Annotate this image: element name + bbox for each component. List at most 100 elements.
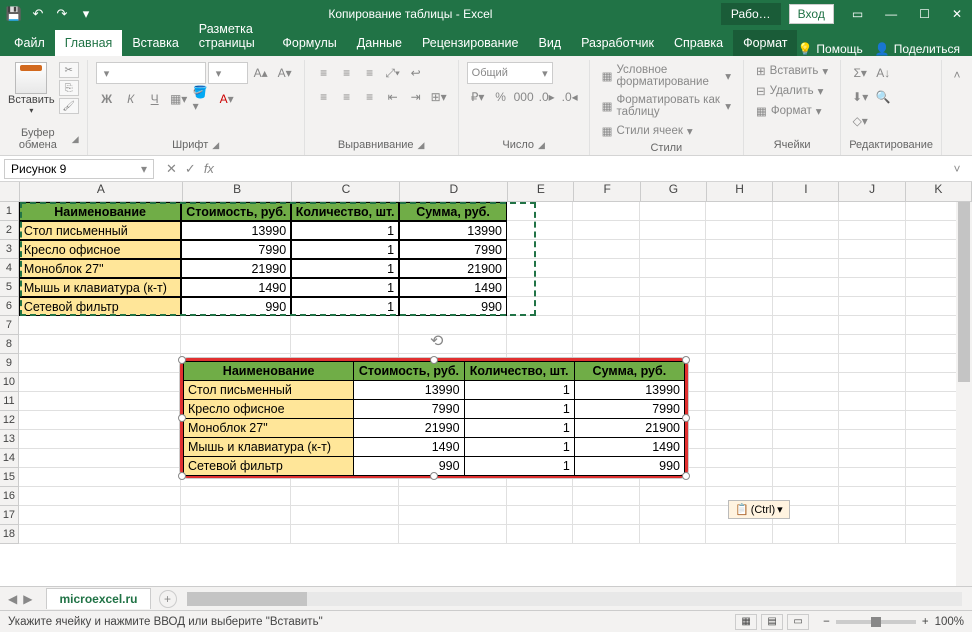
- column-header[interactable]: E: [508, 182, 574, 201]
- cell[interactable]: [706, 297, 772, 316]
- cell[interactable]: [839, 430, 905, 449]
- cell[interactable]: [640, 221, 706, 240]
- cell[interactable]: [773, 468, 839, 487]
- underline-button[interactable]: Ч: [144, 88, 166, 110]
- cell[interactable]: [773, 221, 839, 240]
- cell[interactable]: 1: [291, 297, 399, 316]
- indent-decrease-icon[interactable]: ⇤: [382, 86, 404, 108]
- cell[interactable]: [573, 221, 639, 240]
- cell[interactable]: [773, 430, 839, 449]
- sheet-tab[interactable]: microexcel.ru: [46, 588, 150, 609]
- borders-button[interactable]: ▦▾: [168, 88, 190, 110]
- tab-help[interactable]: Справка: [664, 30, 733, 56]
- pasted-picture[interactable]: НаименованиеСтоимость, руб.Количество, ш…: [180, 358, 688, 478]
- cell[interactable]: [507, 335, 573, 354]
- column-header[interactable]: K: [906, 182, 972, 201]
- cell[interactable]: [19, 392, 182, 411]
- cell[interactable]: [19, 506, 182, 525]
- cell[interactable]: [706, 525, 772, 544]
- font-launcher[interactable]: ◢: [212, 140, 219, 151]
- insert-cells-button[interactable]: ⊞ Вставить ▾: [752, 62, 832, 80]
- cell[interactable]: [839, 506, 905, 525]
- cell[interactable]: [839, 278, 905, 297]
- indent-increase-icon[interactable]: ⇥: [405, 86, 427, 108]
- sheet-nav-next-icon[interactable]: ▶: [23, 592, 32, 606]
- cell[interactable]: Количество, шт.: [291, 202, 399, 221]
- cell[interactable]: [839, 221, 905, 240]
- cell[interactable]: [573, 278, 639, 297]
- cell[interactable]: [507, 506, 573, 525]
- cell[interactable]: [839, 525, 905, 544]
- increase-font-icon[interactable]: A▴: [250, 62, 272, 84]
- cell[interactable]: [839, 392, 905, 411]
- align-launcher[interactable]: ◢: [418, 140, 425, 151]
- align-right-icon[interactable]: ≡: [359, 86, 381, 108]
- cell[interactable]: 990: [181, 297, 291, 316]
- cell[interactable]: [640, 487, 706, 506]
- cell[interactable]: [19, 525, 182, 544]
- row-header[interactable]: 17: [0, 506, 19, 525]
- cell[interactable]: [773, 297, 839, 316]
- horizontal-scrollbar[interactable]: [187, 592, 962, 606]
- name-box[interactable]: Рисунок 9▾: [4, 159, 154, 179]
- format-as-table-button[interactable]: ▦ Форматировать как таблицу ▾: [598, 92, 735, 120]
- number-launcher[interactable]: ◢: [538, 140, 545, 151]
- cell[interactable]: [573, 316, 639, 335]
- column-header[interactable]: B: [183, 182, 293, 201]
- cell[interactable]: [773, 259, 839, 278]
- cell[interactable]: [706, 259, 772, 278]
- row-header[interactable]: 5: [0, 278, 19, 297]
- undo-icon[interactable]: ↶: [30, 6, 46, 22]
- cell[interactable]: [640, 202, 706, 221]
- cell[interactable]: [706, 354, 772, 373]
- clipboard-launcher[interactable]: ◢: [72, 134, 79, 145]
- cell[interactable]: [19, 430, 182, 449]
- row-header[interactable]: 1: [0, 202, 19, 221]
- cell[interactable]: [507, 259, 573, 278]
- row-header[interactable]: 14: [0, 449, 19, 468]
- row-header[interactable]: 16: [0, 487, 19, 506]
- cell[interactable]: 1: [291, 259, 399, 278]
- cell[interactable]: [839, 297, 905, 316]
- align-center-icon[interactable]: ≡: [336, 86, 358, 108]
- column-header[interactable]: I: [773, 182, 839, 201]
- collapse-ribbon-icon[interactable]: ˄: [946, 64, 968, 86]
- fill-icon[interactable]: ⬇▾: [849, 86, 871, 108]
- cell[interactable]: [291, 316, 399, 335]
- cell[interactable]: 7990: [399, 240, 507, 259]
- format-cells-button[interactable]: ▦ Формат ▾: [752, 102, 826, 120]
- row-header[interactable]: 4: [0, 259, 19, 278]
- cell[interactable]: Кресло офисное: [19, 240, 182, 259]
- clear-icon[interactable]: ◇▾: [849, 110, 871, 132]
- cell[interactable]: [19, 373, 182, 392]
- cell[interactable]: [706, 411, 772, 430]
- cell[interactable]: [839, 354, 905, 373]
- cell[interactable]: [507, 240, 573, 259]
- align-middle-icon[interactable]: ≡: [336, 62, 358, 84]
- column-header[interactable]: J: [839, 182, 905, 201]
- percent-icon[interactable]: %: [490, 86, 512, 108]
- cell[interactable]: [181, 335, 291, 354]
- cell[interactable]: [573, 335, 639, 354]
- zoom-out-button[interactable]: −: [823, 616, 830, 628]
- cell[interactable]: [19, 468, 182, 487]
- zoom-slider[interactable]: [836, 620, 916, 624]
- column-header[interactable]: H: [707, 182, 773, 201]
- cell[interactable]: [773, 449, 839, 468]
- cell[interactable]: [19, 316, 182, 335]
- cell[interactable]: [507, 278, 573, 297]
- add-sheet-button[interactable]: +: [159, 590, 177, 608]
- cell[interactable]: [573, 506, 639, 525]
- cell[interactable]: [573, 259, 639, 278]
- cell[interactable]: [773, 392, 839, 411]
- cell[interactable]: [706, 430, 772, 449]
- delete-cells-button[interactable]: ⊟ Удалить ▾: [752, 82, 827, 100]
- row-header[interactable]: 10: [0, 373, 19, 392]
- zoom-in-button[interactable]: +: [922, 616, 929, 628]
- cell[interactable]: [706, 335, 772, 354]
- cell[interactable]: [181, 316, 291, 335]
- normal-view-icon[interactable]: ▦: [735, 614, 757, 630]
- cell[interactable]: [773, 202, 839, 221]
- cell[interactable]: Сетевой фильтр: [19, 297, 182, 316]
- row-header[interactable]: 13: [0, 430, 19, 449]
